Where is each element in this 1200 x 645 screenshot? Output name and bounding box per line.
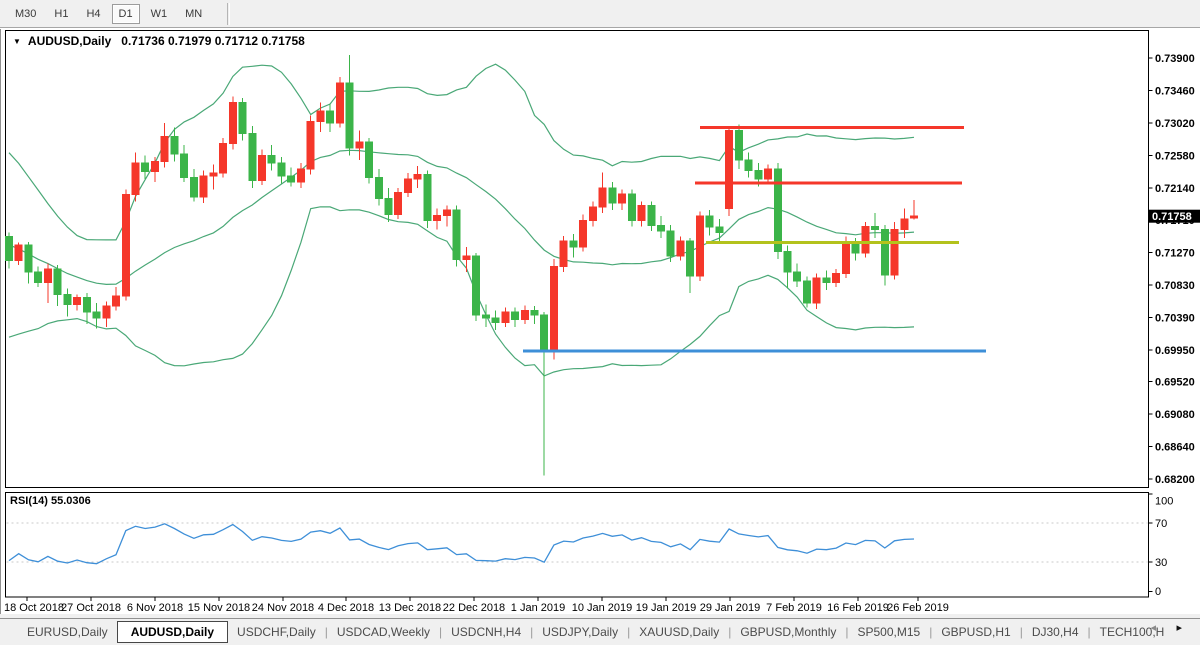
timeframe-button-w1[interactable]: W1: [144, 4, 175, 24]
price-axis-label: 0.72140: [1155, 183, 1195, 195]
rsi-axis-label: 70: [1155, 518, 1167, 530]
time-axis-label: 15 Nov 2018: [188, 602, 250, 614]
tab-usdcnh-h4[interactable]: USDCNH,H4: [442, 622, 530, 642]
price-axis-label: 0.68200: [1155, 474, 1195, 486]
timeframe-button-m30[interactable]: M30: [8, 4, 43, 24]
time-axis-label: 1 Jan 2019: [511, 602, 565, 614]
price-axis-label: 0.69520: [1155, 377, 1195, 389]
chart-window: 0.73900 0.73460 0.73020 0.72580 0.72140 0.717…: [0, 29, 1200, 614]
tab-usdcad-weekly[interactable]: USDCAD,Weekly: [328, 622, 439, 642]
rsi-axis-label: 30: [1155, 557, 1167, 569]
time-axis-label: 4 Dec 2018: [318, 602, 374, 614]
chart-ohlc-values: 0.71736 0.71979 0.71712 0.71758: [121, 34, 305, 48]
price-axis-label: 0.73020: [1155, 118, 1195, 130]
timeframe-button-h1[interactable]: H1: [47, 4, 75, 24]
timeframe-toolbar: M30H1H4D1W1MN: [0, 0, 1200, 28]
toolbar-separator: [227, 3, 230, 25]
rsi-axis-label: 0: [1155, 586, 1161, 598]
timeframe-button-mn[interactable]: MN: [178, 4, 209, 24]
time-axis-label: 7 Feb 2019: [766, 602, 822, 614]
symbol-dropdown-icon[interactable]: ▼: [13, 37, 21, 46]
symbol-tabs: EURUSD,DailyAUDUSD,DailyUSDCHF,Daily|USD…: [0, 618, 1200, 645]
time-axis-label: 18 Oct 2018: [4, 602, 64, 614]
price-axis-label: 0.73460: [1155, 86, 1195, 98]
time-axis-label: 22 Dec 2018: [443, 602, 505, 614]
rsi-axis: 100 70 30 0: [1149, 494, 1174, 598]
rsi-indicator-label: RSI(14) 55.0306: [10, 495, 91, 507]
tab-tech100-h[interactable]: TECH100,H: [1091, 622, 1174, 642]
time-axis-label: 29 Jan 2019: [700, 602, 761, 614]
chart-symbol-label: AUDUSD,Daily: [28, 34, 111, 48]
price-axis-label: 0.71270: [1155, 247, 1195, 259]
chart-plot-area[interactable]: [6, 31, 1149, 488]
rsi-axis-label: 100: [1155, 496, 1173, 508]
tab-xauusd-daily[interactable]: XAUUSD,Daily: [630, 622, 728, 642]
price-tag-value: 0.71758: [1152, 211, 1192, 223]
tab-usdchf-daily[interactable]: USDCHF,Daily: [228, 622, 325, 642]
price-axis-label: 0.72580: [1155, 151, 1195, 163]
price-axis-label: 0.68640: [1155, 442, 1195, 454]
chart-canvas[interactable]: 0.73900 0.73460 0.73020 0.72580 0.72140 0.717…: [1, 29, 1200, 614]
time-axis-label: 16 Feb 2019: [827, 602, 889, 614]
time-axis-label: 19 Jan 2019: [636, 602, 697, 614]
time-axis-label: 13 Dec 2018: [379, 602, 441, 614]
timeframe-button-d1[interactable]: D1: [112, 4, 140, 24]
price-axis-label: 0.73900: [1155, 53, 1195, 65]
tabs-scroll-right-icon[interactable]: ▸: [1176, 621, 1182, 634]
price-axis-label: 0.69950: [1155, 345, 1195, 357]
time-axis-label: 6 Nov 2018: [127, 602, 183, 614]
time-axis-label: 24 Nov 2018: [252, 602, 314, 614]
tab-gbpusd-monthly[interactable]: GBPUSD,Monthly: [731, 622, 845, 642]
tab-gbpusd-h1[interactable]: GBPUSD,H1: [932, 622, 1019, 642]
tab-dj30-h4[interactable]: DJ30,H4: [1023, 622, 1088, 642]
time-axis-label: 26 Feb 2019: [887, 602, 949, 614]
tab-audusd-daily[interactable]: AUDUSD,Daily: [117, 621, 228, 643]
time-axis[interactable]: 18 Oct 201827 Oct 2018 6 Nov 2018 15 Nov 2…: [4, 597, 949, 614]
time-axis-label: 10 Jan 2019: [572, 602, 633, 614]
time-axis-label: 27 Oct 2018: [61, 602, 121, 614]
price-axis-label: 0.70390: [1155, 312, 1195, 324]
current-price-tag: 0.71758: [1149, 210, 1200, 224]
price-axis-label: 0.69080: [1155, 409, 1195, 421]
chart-title: ▼ AUDUSD,Daily 0.71736 0.71979 0.71712 0.7…: [13, 34, 305, 48]
tab-eurusd-daily[interactable]: EURUSD,Daily: [18, 622, 117, 642]
tab-sp500-m15[interactable]: SP500,M15: [849, 622, 930, 642]
price-axis-label: 0.70830: [1155, 280, 1195, 292]
price-axis[interactable]: 0.73900 0.73460 0.73020 0.72580 0.72140 0.717…: [1149, 53, 1195, 486]
timeframe-button-h4[interactable]: H4: [79, 4, 107, 24]
tab-usdjpy-daily[interactable]: USDJPY,Daily: [533, 622, 627, 642]
tabs-scroll-left-icon[interactable]: ◂: [1150, 621, 1156, 634]
